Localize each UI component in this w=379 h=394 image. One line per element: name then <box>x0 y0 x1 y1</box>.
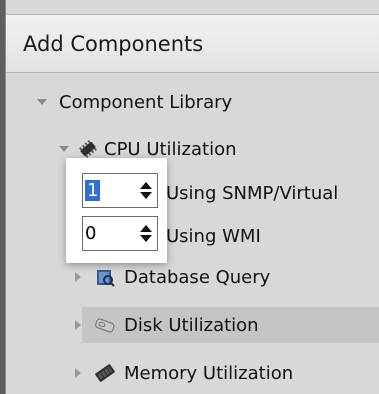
stepper-arrows[interactable] <box>135 174 157 207</box>
tree-item-label: Using SNMP/Virtual <box>166 182 339 204</box>
tree-item-label: CPU Utilization <box>104 138 237 160</box>
tree-item-label: Disk Utilization <box>124 314 259 336</box>
snmp-count-value[interactable]: 1 <box>85 180 101 201</box>
database-icon <box>97 270 115 287</box>
tree-item-label: Database Query <box>124 266 271 288</box>
tree-item-database-query[interactable]: Database Query <box>75 259 270 295</box>
stepper-arrows[interactable] <box>135 217 157 250</box>
collapsed-arrow-icon[interactable] <box>75 320 81 330</box>
expanded-arrow-icon[interactable] <box>59 146 69 152</box>
panel-title: Add Components <box>6 14 379 73</box>
collapsed-arrow-icon[interactable] <box>75 272 81 282</box>
decrement-arrow-icon[interactable] <box>140 192 152 199</box>
expanded-arrow-icon[interactable] <box>37 99 47 105</box>
disk-icon <box>95 318 115 333</box>
tree-item-label: Memory Utilization <box>124 362 294 384</box>
cpu-chip-icon <box>79 140 97 158</box>
collapsed-arrow-icon[interactable] <box>75 368 81 378</box>
tree-item-using-snmp-virtual[interactable]: Using SNMP/Virtual <box>166 175 338 211</box>
tree-item-label: Using WMI <box>166 225 261 247</box>
increment-arrow-icon[interactable] <box>140 182 152 189</box>
count-spinner-popup: 1 0 <box>66 158 167 263</box>
tree-item-disk-utilization[interactable]: Disk Utilization <box>75 307 379 343</box>
decrement-arrow-icon[interactable] <box>140 235 152 242</box>
wmi-count-value[interactable]: 0 <box>83 223 135 244</box>
tree-item-component-library[interactable]: Component Library <box>37 84 232 120</box>
tree-item-label: Component Library <box>59 91 233 113</box>
add-components-panel: Add Components Component Library CPU Uti… <box>5 0 379 394</box>
tree-item-memory-utilization[interactable]: Memory Utilization <box>75 355 293 391</box>
increment-arrow-icon[interactable] <box>140 225 152 232</box>
snmp-count-stepper[interactable]: 1 <box>82 173 158 208</box>
memory-chip-icon <box>95 364 115 382</box>
wmi-count-stepper[interactable]: 0 <box>82 216 158 251</box>
tree-item-using-wmi[interactable]: Using WMI <box>166 218 261 254</box>
